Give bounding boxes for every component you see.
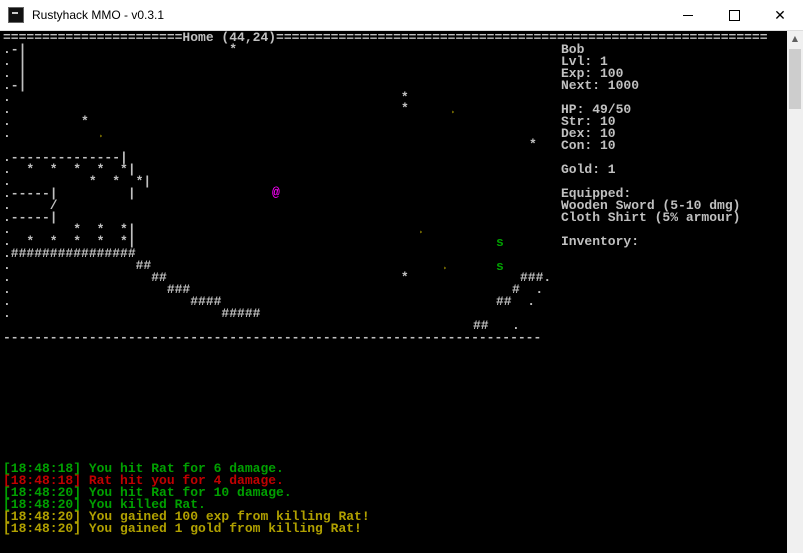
map-entity: * [529, 137, 537, 152]
player-next: Next: 1000 [561, 78, 640, 93]
map-row-right: ## . [473, 318, 520, 333]
map-entity: s [496, 235, 504, 250]
map-footer: ----------------------------------------… [3, 330, 542, 345]
inventory-label: Inventory: [561, 234, 640, 249]
map-entity: s [496, 259, 504, 274]
player-gold: Gold: 1 [561, 162, 616, 177]
scrollbar[interactable]: ▲ [787, 31, 803, 553]
log-line: [18:48:20] You gained 1 gold from killin… [3, 521, 362, 536]
scrollbar-thumb[interactable] [789, 49, 801, 109]
title-bar: Rustyhack MMO - v0.3.1 ✕ [0, 0, 803, 31]
window-title: Rustyhack MMO - v0.3.1 [32, 8, 165, 22]
scroll-up-icon[interactable]: ▲ [787, 31, 803, 47]
map-row-right: ## . [496, 294, 536, 309]
map-entity: ˒ [449, 103, 457, 118]
terminal-icon [8, 7, 24, 23]
map-entity: ˒ [417, 223, 425, 238]
minimize-button[interactable] [665, 0, 711, 31]
close-icon: ✕ [774, 7, 786, 24]
equipped-armour: Cloth Shirt (5% armour) [561, 210, 741, 225]
minimize-icon [683, 15, 693, 16]
map-entity: ˒ [441, 259, 449, 274]
close-button[interactable]: ✕ [757, 0, 803, 31]
map-row: . [3, 126, 487, 141]
player: @ [272, 185, 280, 200]
map-row: . ##### [3, 306, 487, 321]
map-entity: ˒ [97, 127, 105, 142]
map-entity: * [401, 101, 409, 116]
terminal-area[interactable]: =======================Home (44,24)=====… [0, 31, 787, 553]
player-con: Con: 10 [561, 138, 616, 153]
maximize-icon [728, 10, 740, 21]
maximize-button[interactable] [711, 0, 757, 31]
